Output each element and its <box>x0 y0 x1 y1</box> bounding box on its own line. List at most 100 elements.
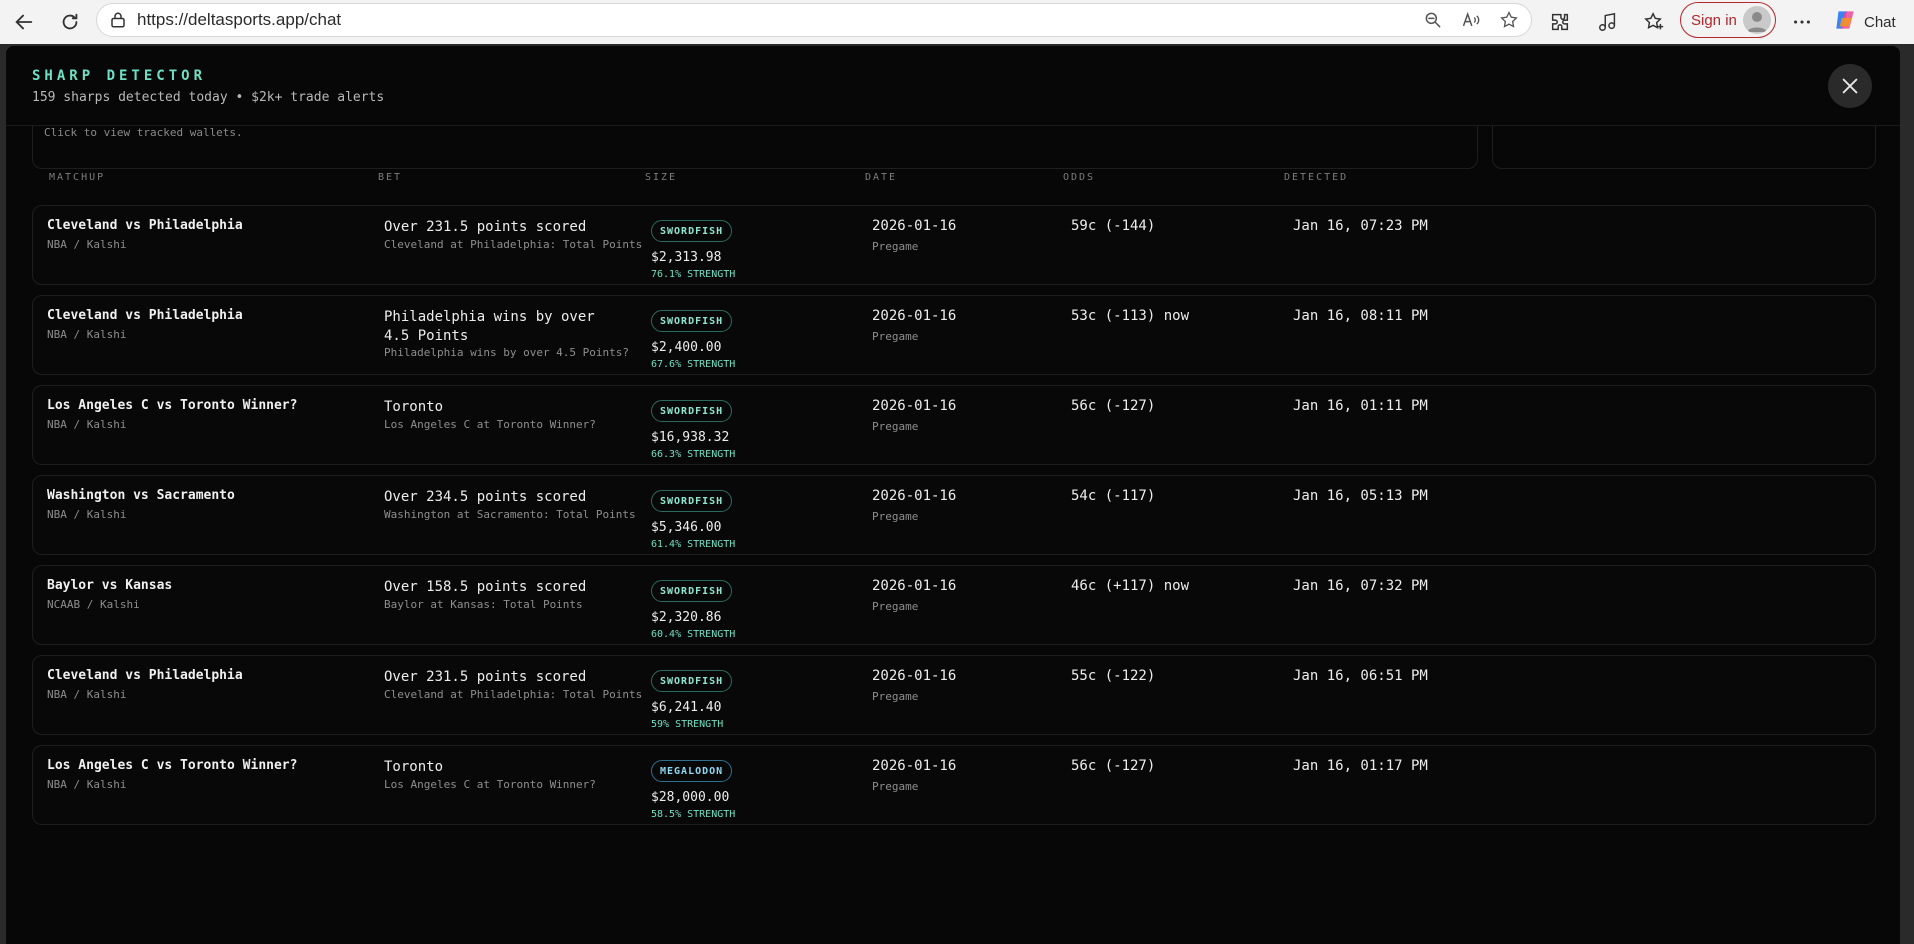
table-row[interactable]: Cleveland vs Philadelphia NBA / Kalshi P… <box>32 295 1876 375</box>
league-label: NBA / Kalshi <box>47 508 127 521</box>
refresh-button[interactable] <box>50 2 90 42</box>
odds-value: 56c (-127) <box>1071 758 1156 774</box>
detected-time: Jan 16, 05:13 PM <box>1293 488 1428 504</box>
column-header-detected[interactable]: DETECTED <box>1284 172 1348 183</box>
table-row[interactable]: Los Angeles C vs Toronto Winner? NBA / K… <box>32 385 1876 465</box>
league-label: NBA / Kalshi <box>47 238 127 251</box>
modal-header: SHARP DETECTOR 159 sharps detected today… <box>6 46 1900 126</box>
bet-description: Los Angeles C at Toronto Winner? <box>384 418 596 431</box>
odds-value: 53c (-113) now <box>1071 308 1190 324</box>
read-aloud-icon[interactable] <box>1457 6 1485 34</box>
back-arrow-icon <box>15 14 33 30</box>
sharp-detector-modal: Click to view tracked wallets. SHARP DET… <box>6 46 1900 944</box>
extensions-icon[interactable] <box>1544 6 1576 38</box>
media-control-icon[interactable] <box>1592 6 1624 38</box>
detected-time: Jan 16, 06:51 PM <box>1293 668 1428 684</box>
game-date: 2026-01-16 <box>872 218 957 234</box>
strength-label: 60.4% STRENGTH <box>651 629 736 640</box>
close-button[interactable] <box>1828 64 1872 108</box>
url-text[interactable]: https://deltasports.app/chat <box>137 10 341 30</box>
matchup-name: Los Angeles C vs Toronto Winner? <box>47 398 298 413</box>
browser-toolbar: https://deltasports.app/chat Sign in Cha… <box>0 0 1914 44</box>
zoom-out-icon[interactable] <box>1419 6 1447 34</box>
tier-badge: SWORDFISH <box>651 400 733 422</box>
game-status: Pregame <box>872 690 919 703</box>
detected-time: Jan 16, 01:17 PM <box>1293 758 1428 774</box>
bet-description: Los Angeles C at Toronto Winner? <box>384 778 596 791</box>
detected-time: Jan 16, 07:32 PM <box>1293 578 1428 594</box>
more-options-icon[interactable] <box>1786 6 1818 38</box>
game-date: 2026-01-16 <box>872 398 957 414</box>
copilot-icon <box>1832 7 1858 37</box>
strength-label: 59% STRENGTH <box>651 719 724 730</box>
matchup-name: Cleveland vs Philadelphia <box>47 668 243 683</box>
strength-label: 66.3% STRENGTH <box>651 449 736 460</box>
modal-subtitle: 159 sharps detected today • $2k+ trade a… <box>32 90 385 105</box>
bet-name: Toronto <box>384 759 444 775</box>
tracked-wallets-note[interactable]: Click to view tracked wallets. <box>44 126 243 139</box>
bet-description: Washington at Sacramento: Total Points <box>384 508 636 521</box>
bet-size: $16,938.32 <box>651 430 730 445</box>
odds-value: 54c (-117) <box>1071 488 1156 504</box>
modal-title: SHARP DETECTOR <box>32 68 207 84</box>
league-label: NBA / Kalshi <box>47 418 127 431</box>
game-date: 2026-01-16 <box>872 668 957 684</box>
league-label: NBA / Kalshi <box>47 328 127 341</box>
odds-value: 59c (-144) <box>1071 218 1156 234</box>
back-button[interactable] <box>4 2 44 42</box>
sign-in-label: Sign in <box>1691 11 1737 29</box>
bet-name: Over 231.5 points scored <box>384 219 587 235</box>
game-status: Pregame <box>872 510 919 523</box>
column-header-date[interactable]: DATE <box>865 172 897 183</box>
bet-name: Over 231.5 points scored <box>384 669 587 685</box>
game-date: 2026-01-16 <box>872 308 957 324</box>
game-date: 2026-01-16 <box>872 488 957 504</box>
game-status: Pregame <box>872 780 919 793</box>
league-label: NBA / Kalshi <box>47 688 127 701</box>
odds-value: 56c (-127) <box>1071 398 1156 414</box>
tier-badge: SWORDFISH <box>651 490 733 512</box>
profile-avatar-icon <box>1743 6 1771 34</box>
table-row[interactable]: Cleveland vs Philadelphia NBA / Kalshi O… <box>32 205 1876 285</box>
site-info-icon[interactable] <box>107 9 129 31</box>
bet-size: $2,320.86 <box>651 610 722 625</box>
tier-badge: SWORDFISH <box>651 220 733 242</box>
odds-value: 55c (-122) <box>1071 668 1156 684</box>
column-header-bet[interactable]: BET <box>378 172 402 183</box>
column-header-matchup[interactable]: MATCHUP <box>49 172 105 183</box>
tier-badge: SWORDFISH <box>651 670 733 692</box>
game-date: 2026-01-16 <box>872 578 957 594</box>
detected-time: Jan 16, 08:11 PM <box>1293 308 1428 324</box>
league-label: NCAAB / Kalshi <box>47 598 140 611</box>
bet-name: Over 158.5 points scored <box>384 579 587 595</box>
column-header-size[interactable]: SIZE <box>645 172 677 183</box>
detected-time: Jan 16, 07:23 PM <box>1293 218 1428 234</box>
table-row[interactable]: Cleveland vs Philadelphia NBA / Kalshi O… <box>32 655 1876 735</box>
close-icon <box>1842 78 1858 94</box>
column-header-odds[interactable]: ODDS <box>1063 172 1095 183</box>
matchup-name: Los Angeles C vs Toronto Winner? <box>47 758 298 773</box>
bet-description: Cleveland at Philadelphia: Total Points <box>384 238 643 251</box>
bet-description: Cleveland at Philadelphia: Total Points <box>384 688 643 701</box>
refresh-icon <box>62 13 78 30</box>
bet-size: $2,313.98 <box>651 250 722 265</box>
table-row[interactable]: Baylor vs Kansas NCAAB / Kalshi Over 158… <box>32 565 1876 645</box>
table-row[interactable]: Washington vs Sacramento NBA / Kalshi Ov… <box>32 475 1876 555</box>
matchup-name: Cleveland vs Philadelphia <box>47 218 243 233</box>
game-status: Pregame <box>872 600 919 613</box>
copilot-chat-button[interactable]: Chat <box>1832 6 1912 38</box>
strength-label: 67.6% STRENGTH <box>651 359 736 370</box>
tier-badge: SWORDFISH <box>651 580 733 602</box>
matchup-name: Baylor vs Kansas <box>47 578 173 593</box>
strength-label: 61.4% STRENGTH <box>651 539 736 550</box>
bet-description: Baylor at Kansas: Total Points <box>384 598 583 611</box>
table-row[interactable]: Los Angeles C vs Toronto Winner? NBA / K… <box>32 745 1876 825</box>
bet-name: Over 234.5 points scored <box>384 489 587 505</box>
bet-size: $2,400.00 <box>651 340 722 355</box>
bet-size: $6,241.40 <box>651 700 722 715</box>
sign-in-button[interactable]: Sign in <box>1680 2 1776 38</box>
favorites-icon[interactable] <box>1638 6 1670 38</box>
favorite-star-icon[interactable] <box>1495 6 1523 34</box>
matchup-name: Washington vs Sacramento <box>47 488 235 503</box>
address-bar[interactable]: https://deltasports.app/chat <box>96 3 1532 37</box>
